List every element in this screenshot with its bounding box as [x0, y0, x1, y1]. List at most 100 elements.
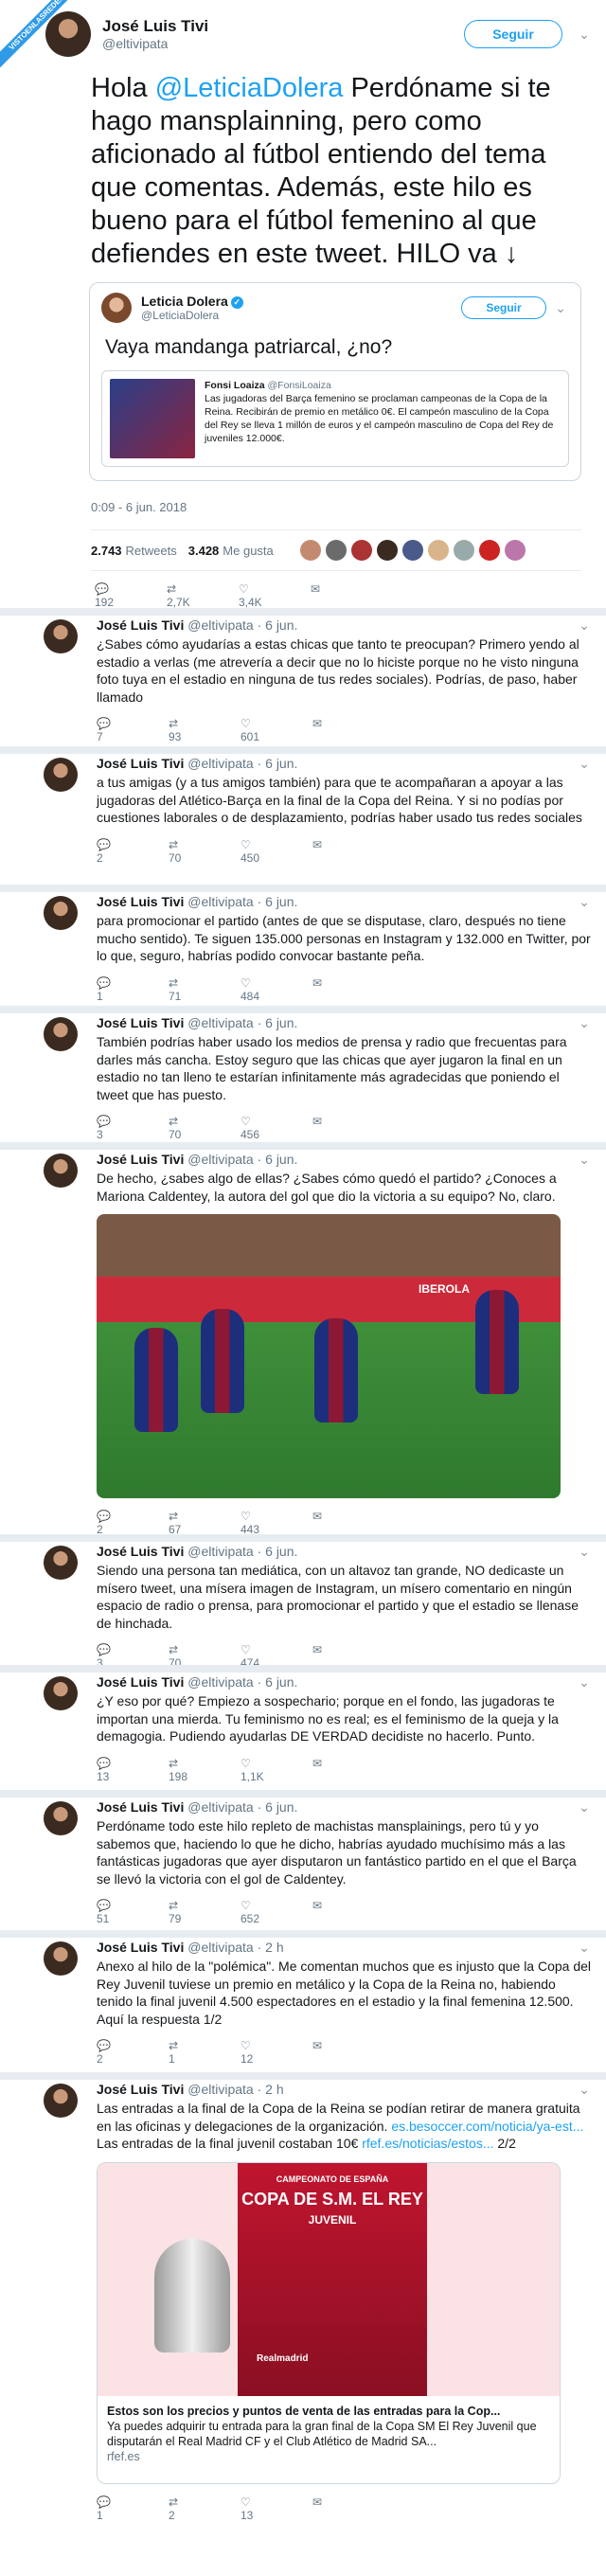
- reply-button[interactable]: 💬 51: [97, 1899, 169, 1925]
- author-name[interactable]: José Luis Tivi: [97, 2082, 184, 2097]
- liker-avatar[interactable]: [325, 540, 347, 561]
- retweet-button[interactable]: ⇄ 70: [169, 838, 241, 865]
- author-handle-date[interactable]: @eltivipata · 6 jun.: [187, 1544, 297, 1559]
- quoted-follow-button[interactable]: Seguir: [461, 296, 546, 319]
- chevron-down-icon[interactable]: ⌄: [576, 1799, 593, 1816]
- link-card[interactable]: CAMPEONATO DE ESPAÑA COPA DE S.M. EL REY…: [97, 2161, 561, 2484]
- author-name[interactable]: José Luis Tivi: [97, 1152, 184, 1167]
- liker-avatar[interactable]: [478, 540, 500, 561]
- like-button[interactable]: ♡ 652: [241, 1899, 312, 1925]
- author-avatar[interactable]: [44, 1546, 78, 1580]
- liker-avatar[interactable]: [401, 540, 423, 561]
- reply-button[interactable]: 💬 1: [97, 2496, 169, 2522]
- author-handle-date[interactable]: @eltivipata · 6 jun.: [187, 1015, 297, 1030]
- like-button[interactable]: ♡ 12: [241, 2039, 312, 2066]
- card-image[interactable]: CAMPEONATO DE ESPAÑA COPA DE S.M. EL REY…: [98, 2162, 560, 2396]
- match-photo[interactable]: IBEROLA: [97, 1214, 561, 1498]
- link-besoccer[interactable]: es.besoccer.com/noticia/ya-est...: [391, 2119, 583, 2134]
- author-handle-date[interactable]: @eltivipata · 2 h: [187, 2082, 283, 2097]
- liker-avatar[interactable]: [504, 540, 526, 561]
- author-name[interactable]: José Luis Tivi: [102, 17, 464, 36]
- chevron-down-icon[interactable]: ⌄: [576, 1152, 593, 1168]
- liker-avatars[interactable]: [299, 540, 530, 561]
- retweet-button[interactable]: ⇄ 1: [169, 2039, 241, 2066]
- reply-button[interactable]: 💬 2: [97, 2039, 169, 2066]
- thread-tweet[interactable]: ⌄ José Luis Tivi @eltivipata · 2 h Las e…: [0, 2082, 606, 2522]
- thread-tweet[interactable]: ⌄ José Luis Tivi @eltivipata · 6 jun. ¿Y…: [0, 1674, 606, 1783]
- link-rfef[interactable]: rfef.es/noticias/estos...: [362, 2136, 493, 2151]
- author-handle-date[interactable]: @eltivipata · 2 h: [187, 1940, 283, 1955]
- author-handle[interactable]: @eltivipata: [102, 36, 464, 51]
- message-button[interactable]: ✉: [312, 1510, 384, 1536]
- message-button[interactable]: ✉: [312, 1115, 384, 1141]
- tweet-date[interactable]: 0:09 - 6 jun. 2018: [91, 500, 593, 514]
- like-button[interactable]: ♡ 1,1K: [241, 1757, 312, 1783]
- reply-button[interactable]: 💬 1: [97, 976, 169, 1003]
- author-name[interactable]: José Luis Tivi: [97, 1674, 184, 1690]
- reply-button[interactable]: 💬 3: [97, 1115, 169, 1141]
- message-button[interactable]: ✉: [312, 1757, 384, 1783]
- like-button[interactable]: ♡ 3,4K: [239, 582, 311, 609]
- retweets-stat[interactable]: 2.743 Retweets: [91, 544, 177, 558]
- chevron-down-icon[interactable]: ⌄: [576, 1940, 593, 1956]
- liker-avatar[interactable]: [453, 540, 474, 561]
- author-avatar[interactable]: [44, 2084, 78, 2118]
- author-avatar[interactable]: [44, 1941, 78, 1976]
- message-button[interactable]: ✉: [312, 838, 384, 865]
- author-handle-date[interactable]: @eltivipata · 6 jun.: [187, 1674, 297, 1690]
- author-name[interactable]: José Luis Tivi: [97, 1544, 184, 1559]
- reply-button[interactable]: 💬 2: [97, 838, 169, 865]
- quoted-tweet[interactable]: Leticia Dolera ✓ @LeticiaDolera Seguir ⌄ …: [89, 282, 581, 481]
- inner-quoted-tweet[interactable]: Fonsi Loaiza @FonsiLoaiza Las jugadoras …: [101, 370, 569, 467]
- liker-avatar[interactable]: [376, 540, 398, 561]
- chevron-down-icon[interactable]: ⌄: [576, 756, 593, 772]
- thread-tweet[interactable]: ⌄ José Luis Tivi @eltivipata · 6 jun. De…: [0, 1152, 606, 1536]
- retweet-button[interactable]: ⇄ 67: [169, 1510, 241, 1536]
- liker-avatar[interactable]: [350, 540, 372, 561]
- liker-avatar[interactable]: [299, 540, 321, 561]
- chevron-down-icon[interactable]: ⌄: [576, 1015, 593, 1031]
- author-handle-date[interactable]: @eltivipata · 6 jun.: [187, 1799, 297, 1815]
- quoted-avatar[interactable]: [101, 293, 132, 323]
- liker-avatar[interactable]: [427, 540, 449, 561]
- thread-tweet[interactable]: ⌄ José Luis Tivi @eltivipata · 6 jun. Si…: [0, 1544, 606, 1670]
- author-handle-date[interactable]: @eltivipata · 6 jun.: [187, 1152, 297, 1167]
- message-button[interactable]: ✉: [312, 976, 384, 1003]
- author-name[interactable]: José Luis Tivi: [97, 1015, 184, 1030]
- author-avatar[interactable]: [44, 1017, 78, 1051]
- retweet-button[interactable]: ⇄ 2,7K: [167, 582, 239, 609]
- thread-tweet[interactable]: ⌄ José Luis Tivi @eltivipata · 6 jun. ¿S…: [0, 617, 606, 743]
- author-handle-date[interactable]: @eltivipata · 6 jun.: [187, 617, 297, 633]
- author-avatar[interactable]: [44, 1154, 78, 1188]
- like-button[interactable]: ♡ 601: [241, 717, 312, 743]
- retweet-button[interactable]: ⇄ 2: [169, 2496, 241, 2522]
- reply-button[interactable]: 💬 7: [97, 717, 169, 743]
- reply-button[interactable]: 💬 2: [97, 1510, 169, 1536]
- like-button[interactable]: ♡ 484: [241, 976, 312, 1003]
- thread-tweet[interactable]: ⌄ José Luis Tivi @eltivipata · 6 jun. a …: [0, 756, 606, 865]
- author-name[interactable]: José Luis Tivi: [97, 894, 184, 909]
- chevron-down-icon[interactable]: ⌄: [576, 617, 593, 634]
- author-avatar[interactable]: [44, 619, 78, 653]
- chevron-down-icon[interactable]: ⌄: [576, 1544, 593, 1560]
- message-button[interactable]: ✉: [312, 1899, 384, 1925]
- message-button[interactable]: ✉: [312, 2039, 384, 2066]
- chevron-down-icon[interactable]: ⌄: [576, 894, 593, 910]
- thread-tweet[interactable]: ⌄ José Luis Tivi @eltivipata · 6 jun. Ta…: [0, 1015, 606, 1141]
- quoted-name[interactable]: Leticia Dolera: [141, 294, 228, 309]
- retweet-button[interactable]: ⇄ 198: [169, 1757, 241, 1783]
- author-avatar[interactable]: [44, 1676, 78, 1710]
- chevron-down-icon[interactable]: ⌄: [552, 300, 569, 316]
- quoted-handle[interactable]: @LeticiaDolera: [141, 309, 461, 322]
- author-handle-date[interactable]: @eltivipata · 6 jun.: [187, 756, 297, 771]
- author-name[interactable]: José Luis Tivi: [97, 1940, 184, 1955]
- chevron-down-icon[interactable]: ⌄: [576, 2082, 593, 2098]
- like-button[interactable]: ♡ 456: [241, 1115, 312, 1141]
- message-button[interactable]: ✉: [312, 717, 384, 743]
- like-button[interactable]: ♡ 450: [241, 838, 312, 865]
- chevron-down-icon[interactable]: ⌄: [576, 27, 593, 43]
- like-button[interactable]: ♡ 13: [241, 2496, 312, 2522]
- author-avatar[interactable]: [44, 896, 78, 930]
- author-name[interactable]: José Luis Tivi: [97, 1799, 184, 1815]
- inner-photo[interactable]: [110, 379, 195, 458]
